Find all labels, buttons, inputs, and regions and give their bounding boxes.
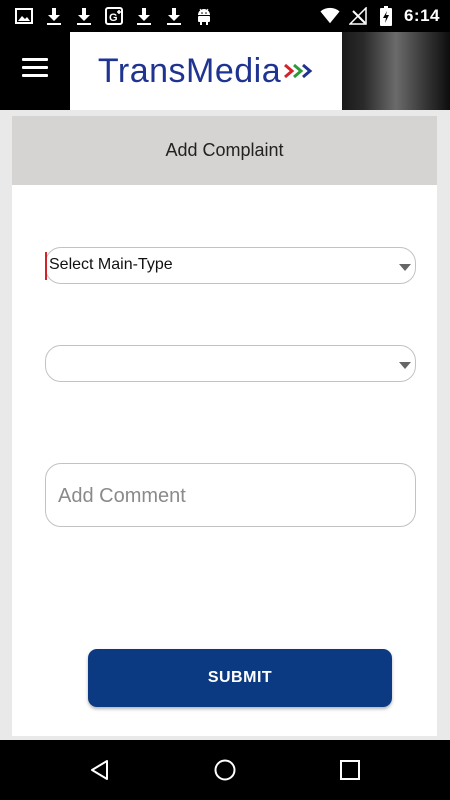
status-bar: G 6:14 [0, 0, 450, 32]
notification-icons: G [14, 6, 214, 26]
home-icon[interactable] [213, 758, 237, 782]
complaint-form-card: Add Complaint Select Main-Type SUBMIT [12, 116, 437, 736]
no-signal-icon [348, 6, 368, 26]
android-icon [194, 6, 214, 26]
clock: 6:14 [403, 6, 440, 25]
navigation-bar [0, 740, 450, 800]
download-icon [134, 6, 154, 26]
dropdown-arrow-icon [399, 362, 411, 369]
comment-input[interactable] [56, 484, 400, 509]
form-title: Add Complaint [165, 140, 284, 160]
recents-icon[interactable] [338, 758, 362, 782]
image-icon [14, 6, 34, 26]
download-icon [74, 6, 94, 26]
download-icon [44, 6, 64, 26]
sub-type-select[interactable] [45, 345, 416, 382]
logo-arrows-icon [284, 63, 313, 79]
logo-text: TransMedia [97, 51, 282, 90]
main-type-value: Select Main-Type [49, 256, 173, 273]
submit-button[interactable]: SUBMIT [88, 649, 392, 707]
focus-indicator [45, 252, 47, 280]
google-plus-icon: G [104, 6, 124, 26]
back-icon[interactable] [88, 758, 112, 782]
comment-field [45, 463, 416, 527]
form-header: Add Complaint [12, 116, 437, 185]
menu-icon[interactable] [22, 58, 48, 80]
app-bar: TransMedia [0, 32, 450, 110]
wifi-icon [320, 6, 340, 26]
battery-charging-icon [376, 6, 396, 26]
system-icons: 6:14 [320, 5, 440, 27]
brand-logo: TransMedia [70, 32, 342, 110]
dropdown-arrow-icon [399, 264, 411, 271]
download-icon [164, 6, 184, 26]
header-banner-image [342, 32, 450, 110]
svg-text:G: G [109, 12, 118, 24]
main-type-select[interactable]: Select Main-Type [45, 247, 416, 284]
